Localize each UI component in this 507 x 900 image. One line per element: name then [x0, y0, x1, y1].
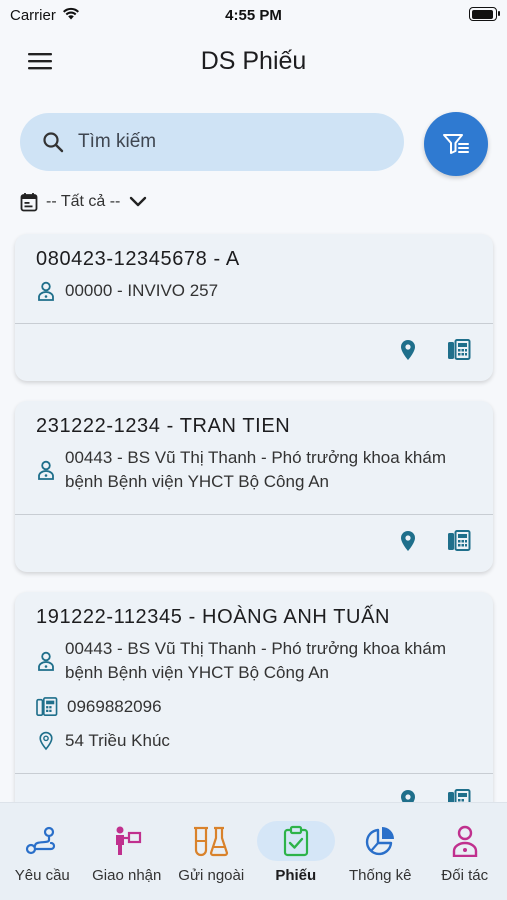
hamburger-menu-icon	[28, 53, 52, 70]
battery-icon	[469, 7, 500, 21]
nav-item-thong-ke[interactable]: Thống kê	[338, 803, 423, 900]
doctor-icon	[36, 279, 56, 303]
calendar-icon	[20, 193, 38, 212]
ticket-phone: 0969882096	[36, 695, 473, 719]
app-header: DS Phiếu	[0, 36, 507, 86]
ticket-doctor: 00443 - BS Vũ Thị Thanh - Phó trưởng kho…	[36, 446, 473, 494]
date-filter-dropdown[interactable]: -- Tất cả --	[20, 192, 148, 212]
nav-item-giao-nhan[interactable]: Giao nhận	[85, 803, 170, 900]
ticket-title: 080423-12345678 - A	[36, 248, 240, 270]
location-icon[interactable]	[399, 339, 417, 366]
ticket-card[interactable]: 191222-112345 - HOÀNG ANH TUẤN 00443 - B…	[15, 592, 493, 831]
nav-item-phieu[interactable]: Phiếu	[254, 803, 339, 900]
ticket-doctor: 00000 - INVIVO 257	[36, 279, 473, 303]
filter-list-icon	[443, 134, 469, 154]
fax-phone-icon[interactable]	[447, 339, 471, 366]
fax-phone-icon	[36, 695, 58, 719]
location-outline-icon	[36, 729, 56, 753]
chevron-down-icon	[130, 196, 147, 207]
page-title: DS Phiếu	[200, 46, 307, 75]
nav-label: Đối tác	[441, 867, 489, 884]
status-time: 4:55 PM	[225, 6, 282, 24]
nav-label: Thống kê	[348, 867, 412, 884]
ticket-phone-text: 0969882096	[67, 697, 162, 716]
fax-phone-icon[interactable]	[447, 530, 471, 557]
clipboard-check-icon	[256, 821, 335, 861]
delivery-person-icon	[88, 821, 166, 861]
ticket-address: 54 Triều Khúc	[36, 729, 473, 753]
ticket-card[interactable]: 231222-1234 - TRAN TIEN 00443 - BS Vũ Th…	[15, 401, 493, 572]
lab-flask-icon	[172, 821, 250, 861]
ticket-doctor-text: 00000 - INVIVO 257	[65, 281, 219, 300]
nav-item-yeu-cau[interactable]: Yêu cầu	[0, 803, 85, 900]
ticket-actions	[15, 514, 493, 572]
ticket-doctor: 00443 - BS Vũ Thị Thanh - Phó trưởng kho…	[36, 637, 473, 685]
ticket-address-text: 54 Triều Khúc	[65, 731, 170, 750]
ticket-title: 231222-1234 - TRAN TIEN	[36, 415, 291, 437]
nav-label: Phiếu	[275, 867, 317, 884]
menu-button[interactable]	[22, 48, 58, 74]
nav-label: Yêu cầu	[14, 867, 70, 884]
search-icon	[43, 132, 64, 153]
filter-button[interactable]	[424, 112, 488, 176]
partner-doctor-icon	[426, 821, 504, 861]
status-bar: Carrier 4:55 PM	[0, 0, 507, 30]
search-row	[20, 112, 488, 176]
location-icon[interactable]	[399, 530, 417, 557]
nav-label: Gửi ngoài	[178, 867, 245, 884]
doctor-icon	[36, 637, 56, 685]
nav-label: Giao nhận	[92, 867, 162, 884]
ticket-card[interactable]: 080423-12345678 - A 00000 - INVIVO 257	[15, 234, 493, 381]
bottom-navigation: Yêu cầu Giao nhận Gửi ngoài Phiếu Thống …	[0, 802, 507, 900]
date-filter-label: -- Tất cả --	[46, 193, 121, 210]
route-icon	[3, 821, 81, 861]
ticket-doctor-text: 00443 - BS Vũ Thị Thanh - Phó trưởng kho…	[65, 448, 447, 491]
ticket-list: 080423-12345678 - A 00000 - INVIVO 257 2…	[15, 234, 493, 851]
nav-item-doi-tac[interactable]: Đối tác	[423, 803, 507, 900]
doctor-icon	[36, 446, 56, 494]
ticket-title: 191222-112345 - HOÀNG ANH TUẤN	[36, 606, 391, 628]
nav-item-gui-ngoai[interactable]: Gửi ngoài	[169, 803, 254, 900]
ticket-doctor-text: 00443 - BS Vũ Thị Thanh - Phó trưởng kho…	[65, 639, 447, 682]
pie-chart-icon	[341, 821, 419, 861]
search-box[interactable]	[20, 113, 404, 171]
search-input[interactable]	[78, 131, 358, 153]
ticket-actions	[15, 323, 493, 381]
